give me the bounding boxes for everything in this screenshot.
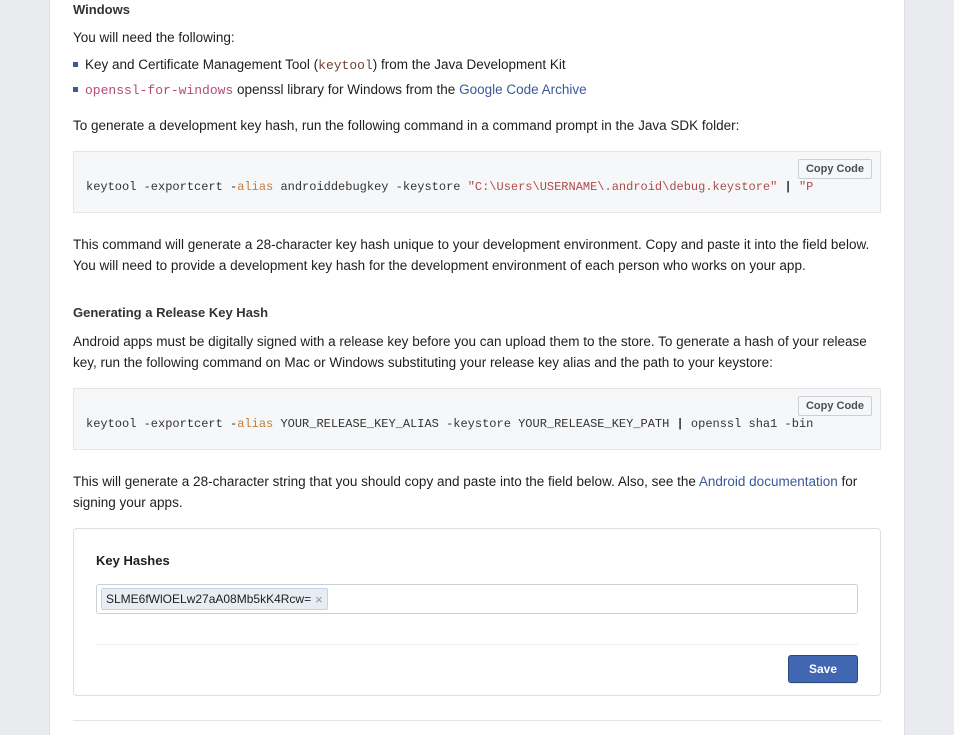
windows-heading: Windows [73,0,881,20]
code-openssl: openssl-for-windows [85,83,233,98]
code-content: keytool -exportcert -alias androiddebugk… [74,152,880,212]
release-hash-explain: This will generate a 28-character string… [73,472,881,514]
code-alias: alias [237,417,273,431]
code-keytool: keytool [318,58,373,73]
copy-code-button[interactable]: Copy Code [798,159,872,179]
text-segment: Key and Certificate Management Tool ( [85,57,318,72]
code-seg: YOUR_RELEASE_KEY_ALIAS -keystore YOUR_RE… [273,417,676,431]
code-block-dev-hash: Copy Code keytool -exportcert -alias and… [73,151,881,213]
scroll-filler [813,189,880,190]
code-seg: openssl sha1 -bin [684,417,814,431]
code-seg: androiddebugkey -keystore [273,180,467,194]
save-button[interactable]: Save [788,655,858,683]
code-alias: alias [237,180,273,194]
windows-intro: You will need the following: [73,28,881,49]
generate-dev-paragraph: To generate a development key hash, run … [73,116,881,137]
dev-hash-explain: This command will generate a 28-characte… [73,235,881,277]
google-code-archive-link[interactable]: Google Code Archive [459,82,587,97]
copy-code-button[interactable]: Copy Code [798,396,872,416]
code-seg: keytool -exportcert - [86,180,237,194]
windows-reqs-list: Key and Certificate Management Tool (key… [73,54,881,102]
code-pipe: | [777,180,799,194]
remove-tag-icon[interactable]: × [315,593,323,606]
android-documentation-link[interactable]: Android documentation [699,474,838,489]
code-string: "C:\Users\USERNAME\.android\debug.keysto… [468,180,778,194]
list-item: Key and Certificate Management Tool (key… [73,54,881,77]
code-content: keytool -exportcert -alias YOUR_RELEASE_… [74,389,880,449]
key-hash-value: SLME6fWlOELw27aA08Mb5kK4Rcw= [106,590,311,608]
code-seg: keytool -exportcert - [86,417,237,431]
code-pipe: | [677,417,684,431]
key-hash-tag: SLME6fWlOELw27aA08Mb5kK4Rcw= × [101,588,328,610]
text-segment: openssl library for Windows from the [233,82,459,97]
key-hashes-card: Key Hashes SLME6fWlOELw27aA08Mb5kK4Rcw= … [73,528,881,697]
code-scroll-area[interactable]: keytool -exportcert -alias androiddebugk… [74,152,880,212]
key-hashes-title: Key Hashes [96,551,858,571]
key-hashes-input[interactable]: SLME6fWlOELw27aA08Mb5kK4Rcw= × [96,584,858,614]
code-scroll-area[interactable]: keytool -exportcert -alias YOUR_RELEASE_… [74,389,880,449]
section-separator [73,720,881,721]
list-item: openssl-for-windows openssl library for … [73,79,881,102]
code-block-release-hash: Copy Code keytool -exportcert -alias YOU… [73,388,881,450]
card-actions: Save [96,644,858,683]
key-hash-text-input[interactable] [331,589,853,609]
code-string: "P [799,180,813,194]
release-heading: Generating a Release Key Hash [73,303,881,323]
text-segment: This will generate a 28-character string… [73,474,699,489]
release-paragraph: Android apps must be digitally signed wi… [73,332,881,374]
scroll-filler [813,426,880,427]
text-segment: ) from the Java Development Kit [373,57,566,72]
